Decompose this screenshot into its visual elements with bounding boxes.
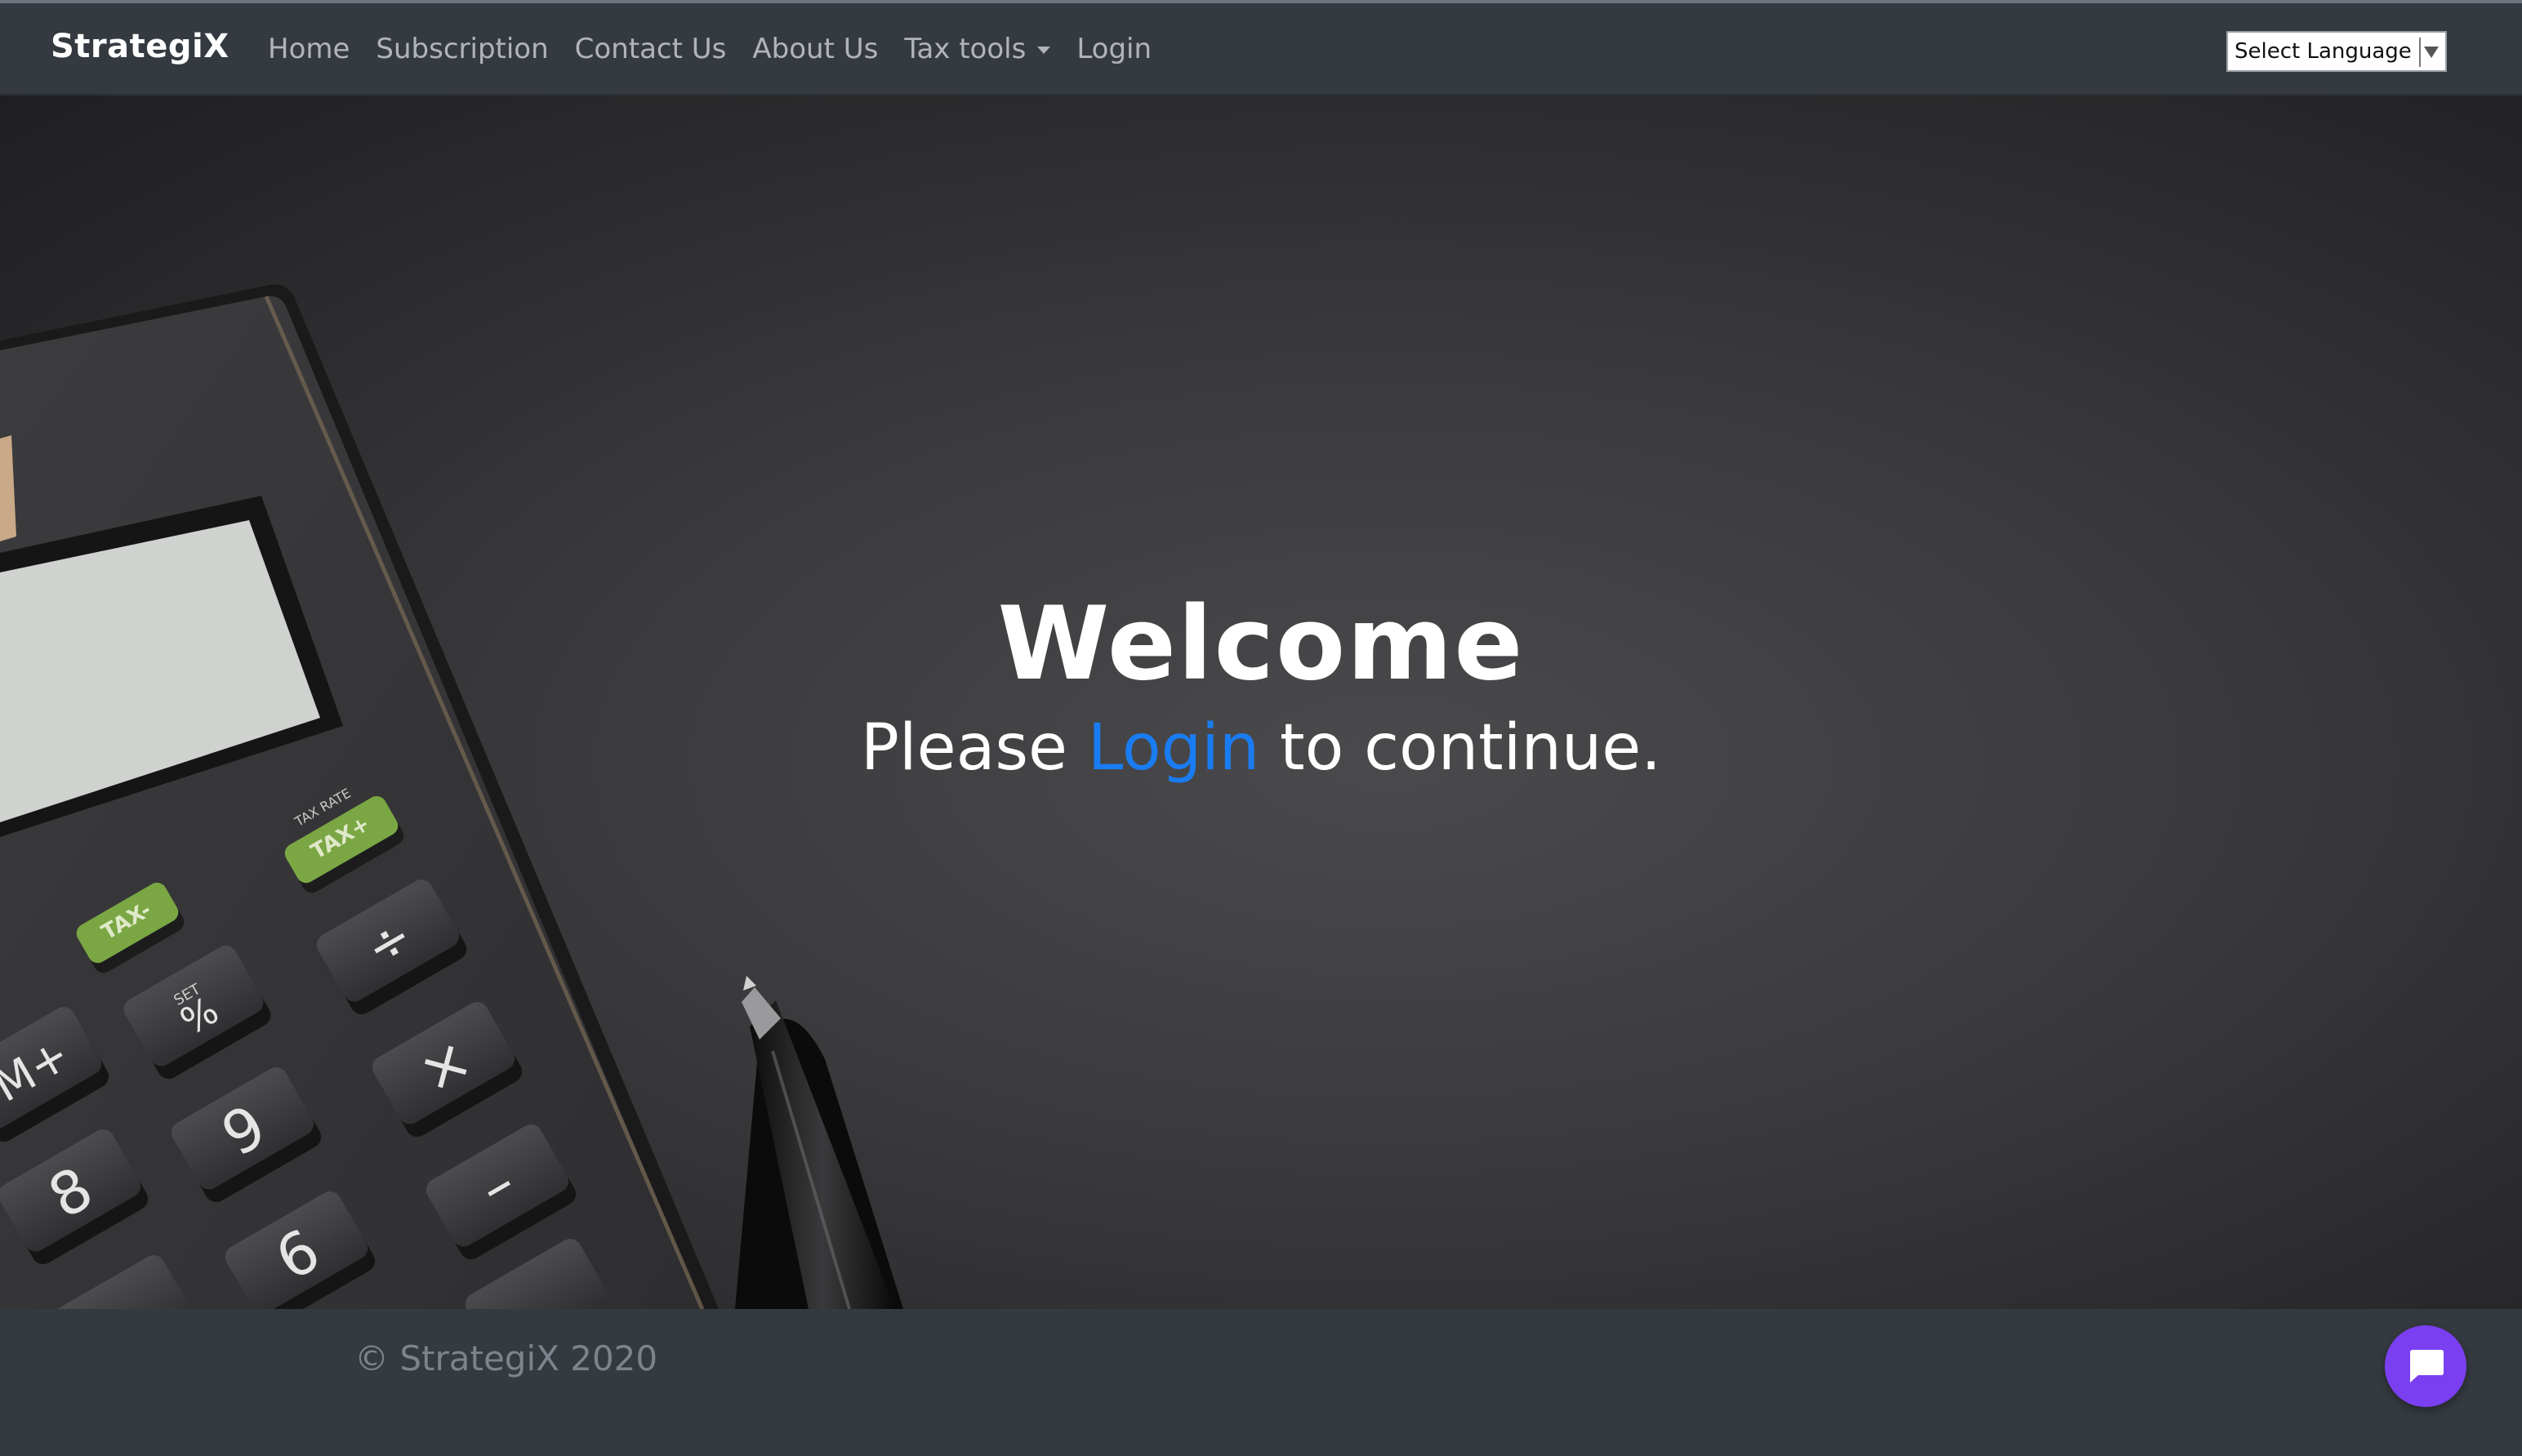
dropdown-arrow-icon [2419, 38, 2442, 67]
nav-tax-tools-dropdown[interactable]: Tax tools [904, 33, 1051, 65]
chat-button[interactable] [2385, 1325, 2466, 1407]
caret-down-icon [1037, 47, 1051, 54]
language-select-label: Select Language [2235, 39, 2412, 64]
copyright-text: © StrategiX 2020 [354, 1338, 658, 1378]
nav-tax-tools-label: Tax tools [904, 33, 1027, 65]
nav-subscription[interactable]: Subscription [376, 33, 548, 65]
login-prompt-after: to continue. [1259, 711, 1662, 785]
pen-image [735, 976, 903, 1309]
hero-section: TAX- TAX+ TAX RATE SET % ÷ M+ 9 × 8 6 – … [0, 96, 2522, 1309]
nav-login[interactable]: Login [1076, 33, 1152, 65]
nav-links: Home Subscription Contact Us About Us Ta… [268, 33, 1178, 65]
language-select[interactable]: Select Language [2226, 31, 2447, 72]
nav-about-us[interactable]: About Us [752, 33, 878, 65]
nav-home[interactable]: Home [268, 33, 350, 65]
login-prompt: Please Login to continue. [0, 711, 2522, 785]
navbar: StrategiX Home Subscription Contact Us A… [0, 3, 2522, 96]
nav-contact-us[interactable]: Contact Us [575, 33, 727, 65]
footer: © StrategiX 2020 [0, 1309, 2522, 1456]
login-link[interactable]: Login [1088, 711, 1259, 785]
login-prompt-before: Please [860, 711, 1088, 785]
welcome-heading: Welcome [997, 586, 1525, 703]
brand-logo[interactable]: StrategiX [51, 28, 229, 65]
chat-bubble-icon [2410, 1350, 2444, 1383]
